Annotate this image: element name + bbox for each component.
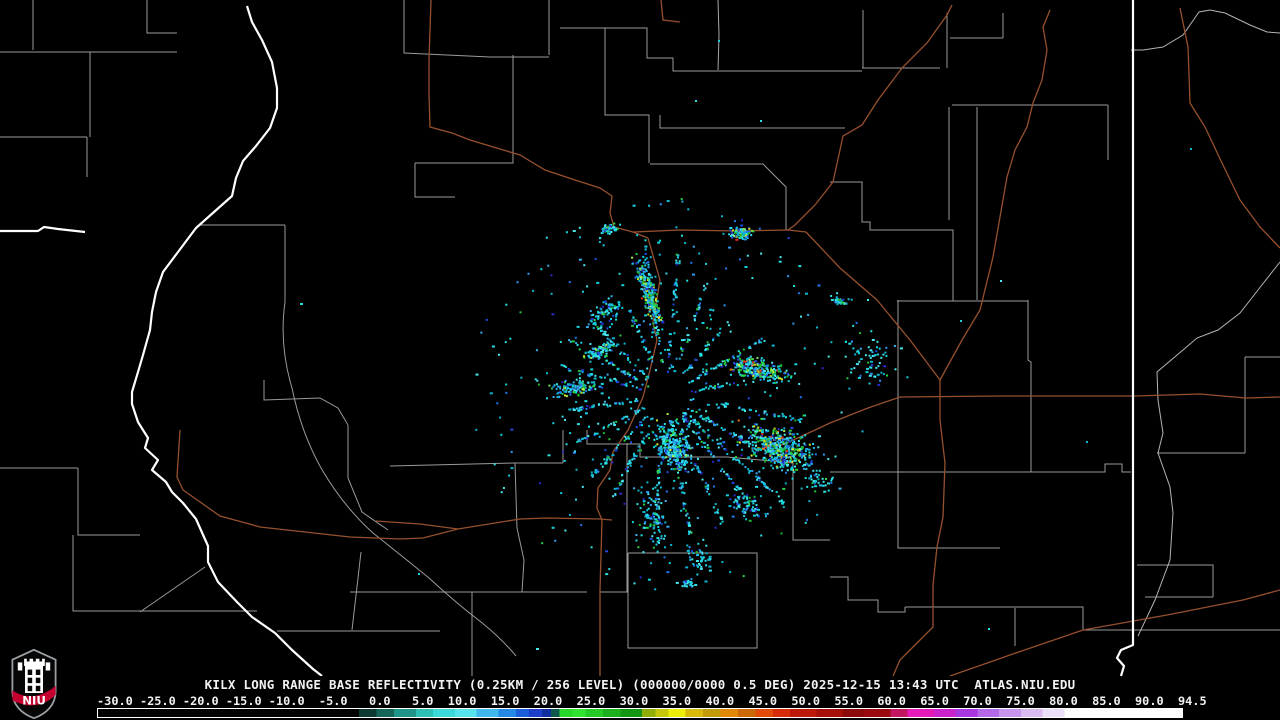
rivers-layer (1131, 9, 1280, 637)
radar-screen: KILX LONG RANGE BASE REFLECTIVITY (0.25K… (0, 0, 1280, 720)
niu-logo-text: NIU (22, 694, 46, 708)
reflectivity-echoes-layer (300, 40, 1192, 650)
reflectivity-colorbar (97, 708, 1183, 718)
colorbar-scale-labels: -30.0 -25.0 -20.0 -15.0 -10.0 -5.0 0.0 5… (97, 694, 1207, 708)
radar-map (0, 0, 1280, 676)
highways-layer (176, 0, 1280, 676)
secondary-roads-layer (717, 0, 720, 71)
product-caption: KILX LONG RANGE BASE REFLECTIVITY (0.25K… (204, 677, 1076, 692)
county-lines-layer (0, 0, 1280, 676)
niu-logo: NIU (11, 648, 57, 720)
